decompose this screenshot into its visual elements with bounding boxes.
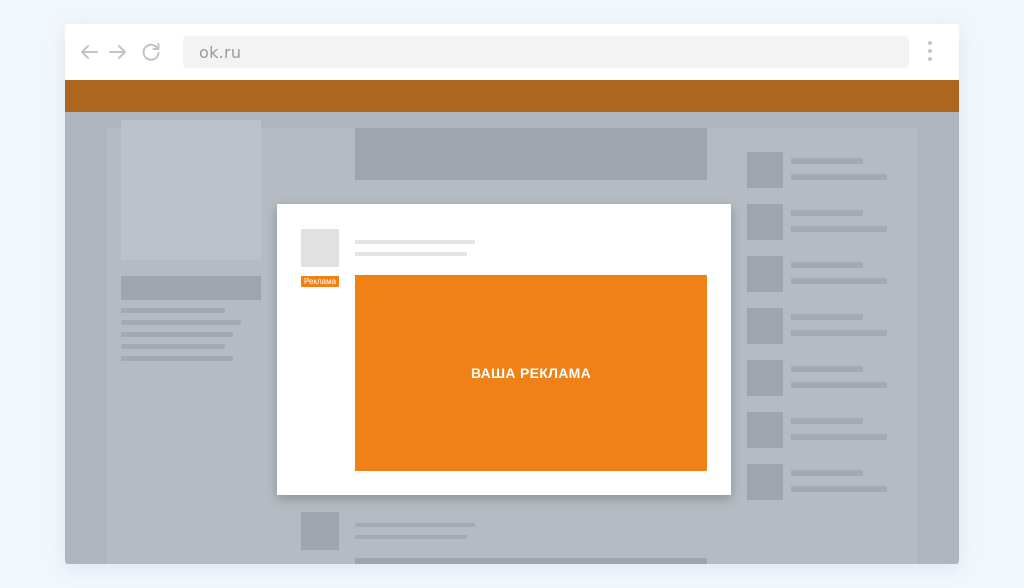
ad-author-line <box>355 252 467 256</box>
friend-avatar-placeholder <box>747 412 783 448</box>
feed-line-placeholder <box>355 535 467 539</box>
friend-line-placeholder <box>791 210 863 216</box>
menu-line-placeholder <box>121 332 233 337</box>
arrow-right-icon[interactable] <box>107 41 129 63</box>
friend-avatar-placeholder <box>747 256 783 292</box>
profile-photo-placeholder <box>121 120 261 260</box>
ad-banner[interactable]: ВАША РЕКЛАМА <box>355 275 707 471</box>
friend-avatar-placeholder <box>747 204 783 240</box>
friend-line-placeholder <box>791 314 863 320</box>
address-url: ok.ru <box>199 43 242 62</box>
friend-avatar-placeholder <box>747 308 783 344</box>
friend-line-placeholder <box>791 418 863 424</box>
menu-line-placeholder <box>121 320 241 325</box>
address-bar[interactable]: ok.ru <box>183 36 909 68</box>
friend-line-placeholder <box>791 434 887 440</box>
friend-line-placeholder <box>791 226 887 232</box>
profile-name-placeholder <box>121 276 261 300</box>
browser-toolbar: ok.ru <box>65 24 959 80</box>
page-overlay: Реклама ВАША РЕКЛАМА <box>65 112 959 564</box>
ad-author-line <box>355 240 475 244</box>
friend-line-placeholder <box>791 174 887 180</box>
ad-banner-text: ВАША РЕКЛАМА <box>470 365 592 381</box>
friend-line-placeholder <box>791 330 887 336</box>
friend-line-placeholder <box>791 262 863 268</box>
friend-avatar-placeholder <box>747 152 783 188</box>
friend-line-placeholder <box>791 486 887 492</box>
browser-window: ok.ru Реклама ВАША РЕКЛАМА <box>65 24 959 564</box>
ad-post-card: Реклама ВАША РЕКЛАМА <box>277 204 731 495</box>
friend-line-placeholder <box>791 278 887 284</box>
menu-line-placeholder <box>121 344 225 349</box>
vertical-dots-icon[interactable] <box>927 41 933 63</box>
ad-label-badge: Реклама <box>301 276 339 287</box>
feed-post-placeholder <box>355 128 707 180</box>
ad-author-avatar <box>301 229 339 267</box>
reload-icon[interactable] <box>140 41 162 63</box>
feed-image-placeholder <box>355 558 707 564</box>
friend-avatar-placeholder <box>747 464 783 500</box>
feed-line-placeholder <box>355 523 475 527</box>
site-header-bar <box>65 80 959 112</box>
feed-avatar-placeholder <box>301 512 339 550</box>
arrow-left-icon[interactable] <box>78 41 100 63</box>
friend-line-placeholder <box>791 158 863 164</box>
friend-line-placeholder <box>791 382 887 388</box>
friend-line-placeholder <box>791 366 863 372</box>
menu-line-placeholder <box>121 308 225 313</box>
friend-line-placeholder <box>791 470 863 476</box>
menu-line-placeholder <box>121 356 233 361</box>
friend-avatar-placeholder <box>747 360 783 396</box>
